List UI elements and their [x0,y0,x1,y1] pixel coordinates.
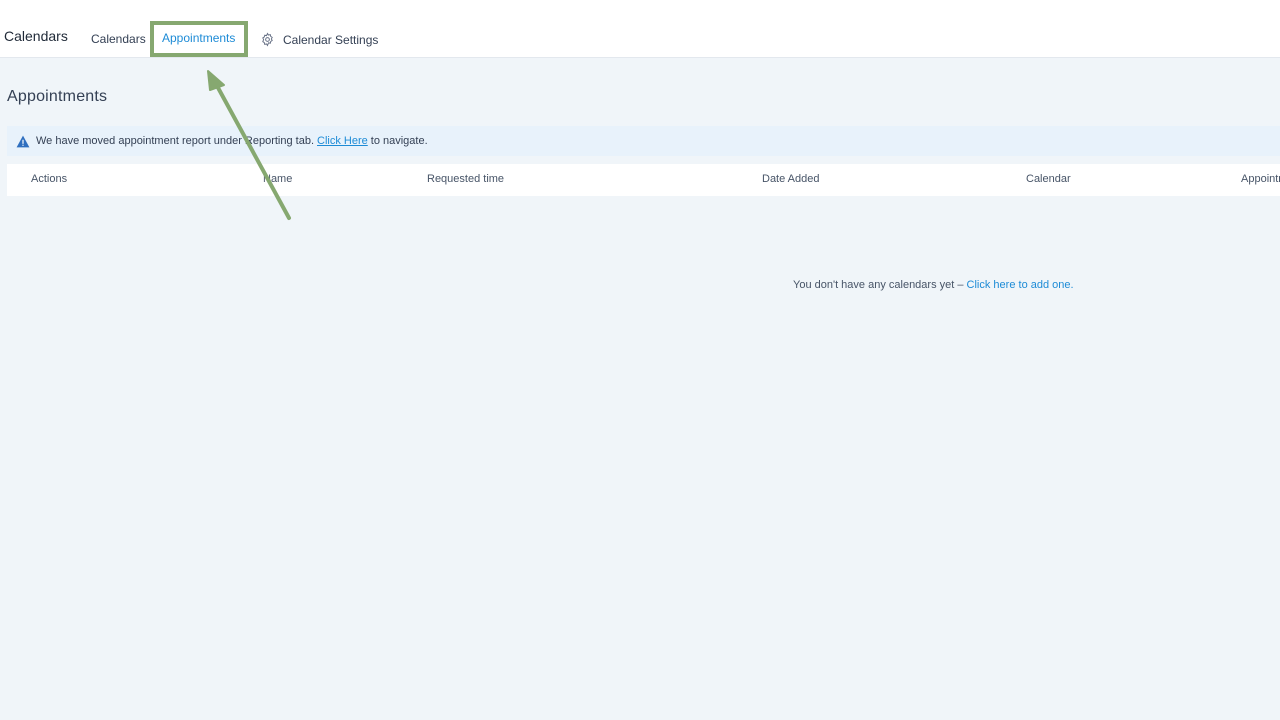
column-header-requested-time[interactable]: Requested time [427,173,504,185]
gear-icon [262,32,273,47]
column-header-calendar[interactable]: Calendar [1026,173,1071,185]
tab-calendar-settings-label: Calendar Settings [283,32,379,47]
page-title: Appointments [7,88,108,105]
tab-appointments[interactable]: Appointments [162,31,235,45]
annotation-arrow [207,70,291,220]
column-header-actions[interactable]: Actions [31,173,67,185]
info-banner: We have moved appointment report under R… [7,126,1280,156]
tab-calendar-settings[interactable]: Calendar Settings [260,32,378,47]
table-header-row: Actions Name Requested time Date Added C… [7,164,1280,196]
app-title: Calendars [4,28,68,44]
banner-text: We have moved appointment report under R… [36,135,315,147]
warning-icon [16,135,30,147]
top-nav-bar: Calendars Calendars Appointments Calenda… [0,0,1280,58]
column-header-date-added[interactable]: Date Added [762,173,820,185]
empty-state-text: You don't have any calendars yet – [793,279,967,291]
banner-text-after: to navigate. [370,135,428,147]
empty-state-message: You don't have any calendars yet – Click… [793,279,1074,291]
tab-calendars[interactable]: Calendars [91,32,146,46]
column-header-name[interactable]: Name [263,173,292,185]
add-calendar-link[interactable]: Click here to add one. [967,279,1074,291]
banner-click-here-link[interactable]: Click Here [317,135,368,147]
column-header-appointment[interactable]: Appointment [1241,173,1280,185]
